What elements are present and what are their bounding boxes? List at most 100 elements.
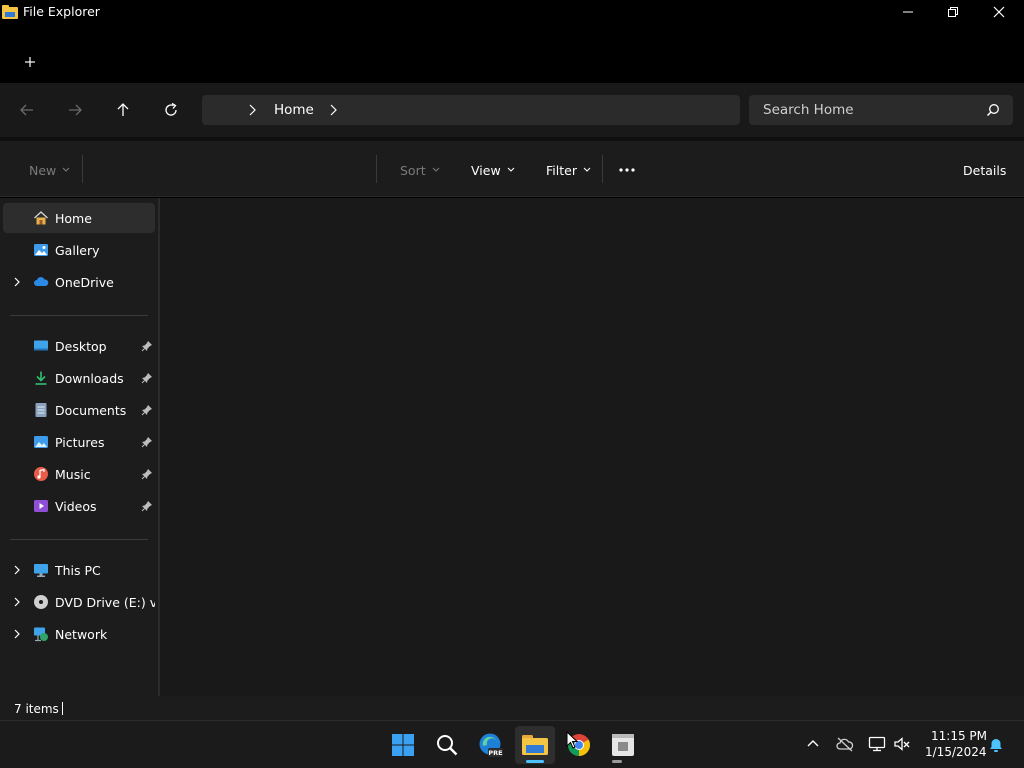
onedrive-offline-icon[interactable]	[836, 735, 854, 753]
running-indicator	[526, 760, 544, 763]
chevron-down-icon	[583, 167, 591, 172]
pin-icon[interactable]	[141, 436, 153, 448]
chevron-right-icon[interactable]	[11, 276, 23, 288]
mouse-cursor-icon	[566, 731, 578, 749]
pin-icon[interactable]	[141, 468, 153, 480]
pin-icon[interactable]	[141, 340, 153, 352]
sidebar-item-label: Videos	[55, 499, 97, 514]
search-icon[interactable]	[986, 103, 1000, 117]
sidebar-item-network[interactable]: Network	[3, 619, 155, 649]
filter-button[interactable]: Filter	[546, 161, 591, 179]
new-label: New	[29, 162, 57, 178]
chevron-down-icon	[432, 167, 440, 172]
sidebar-item-documents[interactable]: Documents	[3, 395, 155, 425]
edge-preview-icon: PRE	[479, 733, 503, 757]
search-input[interactable]: Search Home	[763, 102, 854, 118]
windows-start-icon	[392, 734, 414, 756]
window-title: File Explorer	[23, 4, 100, 19]
sidebar-item-gallery[interactable]: Gallery	[3, 235, 155, 265]
search-icon	[437, 735, 458, 756]
refresh-icon	[165, 102, 177, 116]
close-icon	[993, 6, 1005, 17]
chevron-right-icon[interactable]	[11, 596, 23, 608]
divider	[10, 315, 148, 316]
file-list-pane[interactable]	[160, 198, 1024, 696]
chevron-right-icon[interactable]	[325, 102, 341, 118]
view-label: View	[471, 162, 501, 178]
video-icon	[34, 500, 48, 512]
chevron-up-icon[interactable]	[804, 735, 822, 753]
arrow-left-icon	[20, 104, 33, 116]
sidebar-item-label: Pictures	[55, 435, 105, 450]
network-status-icon[interactable]	[868, 735, 886, 753]
breadcrumb-home[interactable]: Home	[274, 102, 314, 118]
clock-time[interactable]: 11:15 PM	[931, 729, 987, 743]
close-button[interactable]	[976, 0, 1022, 23]
app-icon	[612, 734, 634, 756]
file-explorer-icon	[2, 5, 18, 19]
sidebar-item-home[interactable]: Home	[3, 203, 155, 233]
running-indicator	[612, 760, 622, 763]
start-button[interactable]	[383, 726, 423, 764]
sidebar-item-this-pc[interactable]: This PC	[3, 555, 155, 585]
restore-button[interactable]	[930, 0, 976, 23]
plus-icon	[25, 57, 35, 67]
pin-icon[interactable]	[141, 404, 153, 416]
sidebar-item-dvd-drive[interactable]: DVD Drive (E:) virtio	[3, 587, 155, 617]
sidebar-item-label: Gallery	[55, 243, 100, 258]
more-options-icon[interactable]	[617, 160, 637, 180]
sidebar-item-onedrive[interactable]: OneDrive	[3, 267, 155, 297]
chevron-right-icon[interactable]	[244, 102, 260, 118]
taskbar-app-button[interactable]	[603, 726, 643, 764]
sort-button[interactable]: Sort	[400, 161, 440, 179]
taskbar-file-explorer-button[interactable]	[515, 726, 555, 764]
sidebar-item-pictures[interactable]: Pictures	[3, 427, 155, 457]
network-icon	[34, 627, 48, 642]
status-bar	[0, 696, 1024, 720]
chevron-right-icon[interactable]	[11, 564, 23, 576]
document-icon	[35, 403, 47, 417]
notification-bell-icon[interactable]	[987, 736, 1005, 754]
desktop-icon	[34, 340, 48, 351]
divider	[82, 155, 83, 183]
sidebar-item-downloads[interactable]: Downloads	[3, 363, 155, 393]
status-divider	[62, 702, 63, 715]
clock-date[interactable]: 1/15/2024	[925, 745, 987, 759]
filter-label: Filter	[546, 162, 577, 178]
chevron-right-icon[interactable]	[11, 628, 23, 640]
sidebar-item-label: Downloads	[55, 371, 124, 386]
restore-icon	[948, 6, 958, 17]
sort-label: Sort	[400, 162, 426, 178]
pin-icon[interactable]	[141, 500, 153, 512]
arrow-right-icon	[69, 104, 82, 116]
taskbar-chrome-button[interactable]	[559, 726, 599, 764]
sidebar-item-label: OneDrive	[55, 275, 114, 290]
up-button[interactable]	[109, 96, 137, 124]
picture-icon	[34, 436, 48, 448]
new-button[interactable]: New	[29, 161, 70, 179]
volume-muted-icon[interactable]	[893, 735, 911, 753]
sidebar-item-music[interactable]: Music	[3, 459, 155, 489]
pin-icon[interactable]	[141, 372, 153, 384]
minimize-button[interactable]	[885, 0, 931, 23]
sidebar-item-videos[interactable]: Videos	[3, 491, 155, 521]
sidebar-item-label: Music	[55, 467, 91, 482]
taskbar-search-button[interactable]	[427, 726, 467, 764]
cloud-icon	[34, 277, 49, 286]
taskbar-edge-button[interactable]: PRE	[471, 726, 511, 764]
title-bar	[0, 0, 1024, 23]
divider	[10, 539, 148, 540]
forward-button[interactable]	[61, 96, 89, 124]
back-button[interactable]	[13, 96, 41, 124]
sidebar-item-desktop[interactable]: Desktop	[3, 331, 155, 361]
new-tab-button[interactable]	[18, 50, 42, 74]
details-button[interactable]: Details	[963, 161, 1006, 179]
divider	[376, 155, 377, 183]
download-icon	[35, 371, 47, 385]
sidebar-item-label: Documents	[55, 403, 127, 418]
view-button[interactable]: View	[471, 161, 515, 179]
item-count: 7 items	[14, 702, 59, 716]
sidebar-item-label: Network	[55, 627, 108, 642]
sidebar-item-label: DVD Drive (E:) virtio	[55, 595, 155, 610]
refresh-button[interactable]	[157, 96, 185, 124]
